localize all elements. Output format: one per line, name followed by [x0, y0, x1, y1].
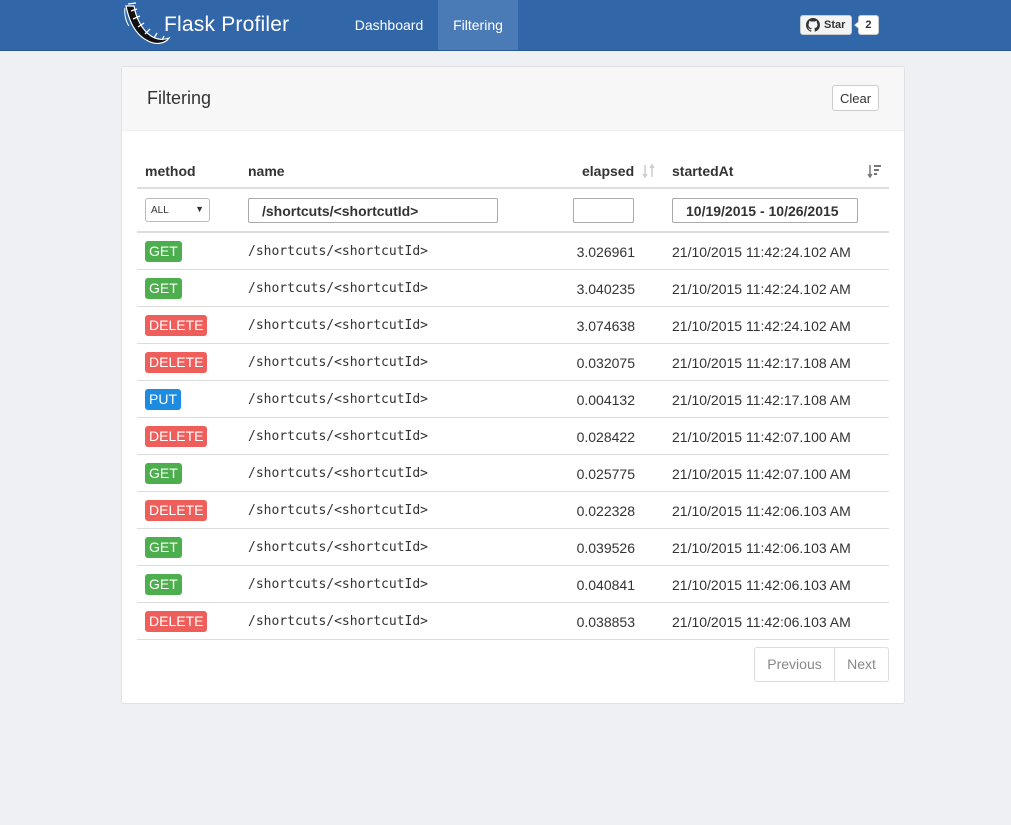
column-header-name[interactable]: name [248, 163, 285, 179]
started-at-value: 21/10/2015 11:42:06.103 AM [672, 540, 851, 556]
elapsed-value: 0.040841 [576, 577, 635, 593]
method-filter-select[interactable]: ALL ▼ [145, 198, 210, 222]
table-row[interactable]: GET/shortcuts/<shortcutId> 0.039526 21/10/… [137, 529, 889, 566]
started-at-value: 21/10/2015 11:42:24.102 AM [672, 244, 851, 260]
endpoint-name: /shortcuts/<shortcutId> [248, 577, 429, 592]
panel-title: Filtering [147, 88, 212, 108]
table-row[interactable]: DELETE/shortcuts/<shortcutId> 0.028422 21/… [137, 418, 889, 455]
method-badge: GET [145, 537, 182, 558]
filtering-panel: Filtering Clear method name elapsed star… [121, 66, 905, 704]
github-star-widget: Star 2 [800, 15, 879, 35]
endpoint-name: /shortcuts/<shortcutId> [248, 503, 429, 518]
table-row[interactable]: PUT/shortcuts/<shortcutId> 0.004132 21/10/… [137, 381, 889, 418]
table-header: method name elapsed startedAt [137, 147, 889, 189]
endpoint-name: /shortcuts/<shortcutId> [248, 429, 429, 444]
method-badge: DELETE [145, 315, 208, 336]
requests-table: method name elapsed startedAt ALL ▼ /sho… [137, 147, 889, 640]
started-at-value: 21/10/2015 11:42:06.103 AM [672, 503, 851, 519]
started-at-value: 21/10/2015 11:42:07.100 AM [672, 466, 851, 482]
filter-row: ALL ▼ /shortcuts/<shortcutId> 10/19/2015… [137, 189, 889, 233]
started-at-value: 21/10/2015 11:42:17.108 AM [672, 355, 851, 371]
started-at-value: 21/10/2015 11:42:06.103 AM [672, 577, 851, 593]
table-row[interactable]: GET/shortcuts/<shortcutId> 3.026961 21/10/… [137, 233, 889, 270]
previous-page-button[interactable]: Previous [754, 647, 835, 682]
sort-desc-icon[interactable] [866, 163, 882, 179]
navbar: Flask Profiler Dashboard Filtering Star … [0, 0, 1011, 51]
elapsed-value: 0.025775 [576, 466, 635, 482]
method-badge: GET [145, 241, 182, 262]
github-star-label: Star [824, 19, 846, 31]
table-body: GET/shortcuts/<shortcutId> 3.026961 21/10/… [137, 233, 889, 640]
method-badge: DELETE [145, 611, 208, 632]
name-filter-input[interactable]: /shortcuts/<shortcutId> [248, 198, 498, 223]
started-at-value: 21/10/2015 11:42:07.100 AM [672, 429, 851, 445]
elapsed-value: 0.032075 [576, 355, 635, 371]
started-at-value: 21/10/2015 11:42:06.103 AM [672, 614, 851, 630]
method-badge: GET [145, 463, 182, 484]
date-range-input[interactable]: 10/19/2015 - 10/26/2015 [672, 198, 858, 223]
method-badge: DELETE [145, 426, 208, 447]
column-header-startedat[interactable]: startedAt [672, 163, 733, 179]
table-row[interactable]: DELETE/shortcuts/<shortcutId> 0.038853 21/… [137, 603, 889, 640]
table-row[interactable]: DELETE/shortcuts/<shortcutId> 0.032075 21/… [137, 344, 889, 381]
endpoint-name: /shortcuts/<shortcutId> [248, 318, 429, 333]
started-at-value: 21/10/2015 11:42:24.102 AM [672, 318, 851, 334]
elapsed-value: 0.038853 [576, 614, 635, 630]
method-badge: GET [145, 574, 182, 595]
github-star-button[interactable]: Star [800, 15, 853, 35]
table-row[interactable]: DELETE/shortcuts/<shortcutId> 0.022328 21/… [137, 492, 889, 529]
elapsed-filter-input[interactable] [573, 198, 634, 223]
clear-button[interactable]: Clear [832, 85, 879, 111]
method-filter-value: ALL [151, 205, 169, 216]
started-at-value: 21/10/2015 11:42:24.102 AM [672, 281, 851, 297]
endpoint-name: /shortcuts/<shortcutId> [248, 392, 429, 407]
chevron-down-icon: ▼ [195, 204, 204, 214]
method-badge: DELETE [145, 500, 208, 521]
pagination: Previous Next [754, 647, 889, 682]
elapsed-value: 0.039526 [576, 540, 635, 556]
method-badge: GET [145, 278, 182, 299]
endpoint-name: /shortcuts/<shortcutId> [248, 281, 429, 296]
elapsed-value: 0.004132 [576, 392, 635, 408]
table-row[interactable]: GET/shortcuts/<shortcutId> 0.040841 21/10/… [137, 566, 889, 603]
nav-link-dashboard[interactable]: Dashboard [340, 0, 438, 50]
elapsed-value: 0.022328 [576, 503, 635, 519]
endpoint-name: /shortcuts/<shortcutId> [248, 614, 429, 629]
column-header-elapsed[interactable]: elapsed [582, 163, 634, 179]
table-row[interactable]: GET/shortcuts/<shortcutId> 0.025775 21/10/… [137, 455, 889, 492]
brand[interactable]: Flask Profiler [120, 0, 289, 50]
elapsed-value: 3.026961 [576, 244, 635, 260]
elapsed-value: 3.074638 [576, 318, 635, 334]
github-icon [806, 18, 820, 32]
next-page-button[interactable]: Next [835, 647, 889, 682]
panel-header: Filtering Clear [122, 67, 904, 131]
table-row[interactable]: DELETE/shortcuts/<shortcutId> 3.074638 21/… [137, 307, 889, 344]
brand-title: Flask Profiler [164, 13, 290, 36]
endpoint-name: /shortcuts/<shortcutId> [248, 466, 429, 481]
column-header-method[interactable]: method [145, 163, 196, 179]
elapsed-value: 0.028422 [576, 429, 635, 445]
started-at-value: 21/10/2015 11:42:17.108 AM [672, 392, 851, 408]
table-row[interactable]: GET/shortcuts/<shortcutId> 3.040235 21/10/… [137, 270, 889, 307]
method-badge: PUT [145, 389, 181, 410]
method-badge: DELETE [145, 352, 208, 373]
nav-link-filtering[interactable]: Filtering [438, 0, 518, 50]
github-star-count[interactable]: 2 [854, 15, 879, 35]
endpoint-name: /shortcuts/<shortcutId> [248, 244, 429, 259]
endpoint-name: /shortcuts/<shortcutId> [248, 540, 429, 555]
elapsed-value: 3.040235 [576, 281, 635, 297]
endpoint-name: /shortcuts/<shortcutId> [248, 355, 429, 370]
sort-icon[interactable] [642, 163, 656, 179]
